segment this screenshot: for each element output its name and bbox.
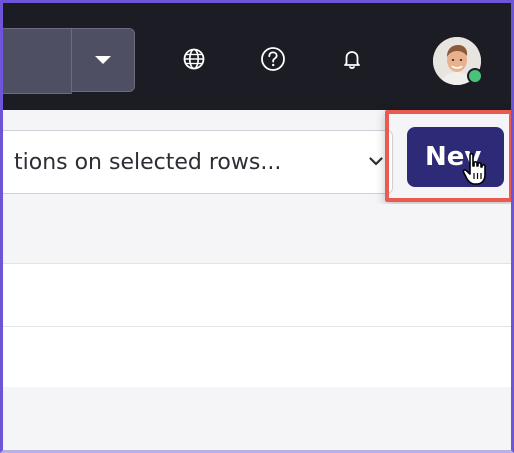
top-navigation-bar: [3, 3, 511, 110]
new-button[interactable]: Nev: [407, 127, 504, 187]
workspace-selector-field[interactable]: [3, 28, 72, 94]
table-row[interactable]: [3, 327, 511, 387]
table-header-row: [3, 204, 511, 264]
new-button-label: Nev: [425, 142, 482, 172]
notifications-button[interactable]: [336, 43, 368, 75]
workspace-dropdown-toggle[interactable]: [71, 28, 135, 92]
caret-down-icon: [95, 56, 111, 64]
online-status-dot: [467, 68, 483, 84]
table-row[interactable]: [3, 387, 511, 450]
bulk-actions-placeholder: tions on selected rows...: [14, 149, 282, 175]
user-avatar[interactable]: [433, 37, 483, 85]
chevron-down-icon: [369, 157, 383, 166]
bulk-actions-select[interactable]: tions on selected rows...: [3, 130, 393, 194]
globe-icon: [183, 48, 205, 70]
question-circle-icon: [261, 47, 285, 71]
table-row[interactable]: [3, 264, 511, 327]
bell-icon: [344, 51, 360, 69]
help-button[interactable]: [257, 43, 289, 75]
language-button[interactable]: [178, 43, 210, 75]
app-window: tions on selected rows... Nev: [0, 0, 514, 453]
